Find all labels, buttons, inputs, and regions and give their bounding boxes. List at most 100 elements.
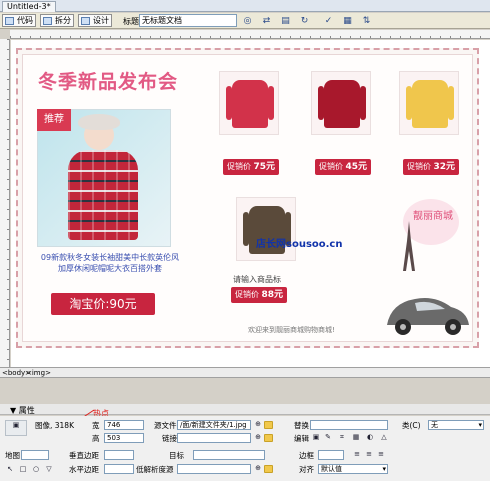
chevron-down-icon: ▾ [382, 465, 386, 473]
align-select[interactable]: 默认值 ▾ [318, 464, 388, 474]
target-select[interactable] [193, 450, 265, 460]
alt-label: 替换 [294, 421, 309, 430]
vspace-label: 垂直边距 [69, 451, 99, 460]
properties-panel: ▣ 图像, 318K 宽 746 高 503 源文件 /面/新建文件夹/1.jp… [0, 416, 490, 481]
refresh-icon[interactable]: ↻ [298, 15, 311, 27]
align-center-icon[interactable]: ≡ [364, 450, 374, 459]
shuffle-icon[interactable]: ⇄ [260, 15, 273, 27]
product-price-4: 促销价 88元 [231, 287, 287, 303]
code-icon [5, 17, 14, 25]
promo-badge: 推荐 [37, 109, 71, 131]
horizontal-ruler [10, 30, 490, 39]
image-thumbnail-icon: ▣ [5, 420, 27, 436]
rectangle-hotspot-tool-icon[interactable]: □ [18, 465, 28, 474]
jacket-1 [226, 80, 274, 128]
model-hat [78, 114, 120, 130]
browse-folder-icon[interactable] [264, 421, 273, 429]
class-label: 类(C) [402, 421, 421, 430]
map-label: 地图 [5, 451, 20, 460]
pointer-hotspot-tool-icon[interactable]: ↖ [5, 465, 15, 474]
height-label: 高 [92, 434, 100, 443]
properties-title: ▼ 属性 [10, 406, 35, 415]
map-name-field[interactable] [21, 450, 49, 460]
code-view-button[interactable]: 代码 [2, 14, 36, 27]
align-label: 对齐 [299, 465, 314, 474]
document-tab-bar: Untitled-3* [0, 0, 490, 12]
polygon-hotspot-tool-icon[interactable]: ▽ [44, 465, 54, 474]
design-icon [81, 17, 90, 25]
point-to-lowsrc-icon[interactable]: ⊕ [253, 464, 263, 473]
product-title-placeholder: 请输入商品标 [233, 275, 281, 284]
product-price-1: 促销价 75元 [223, 159, 279, 175]
split-icon [43, 17, 52, 25]
product-thumb-1 [219, 71, 279, 135]
lowsrc-field[interactable] [177, 464, 251, 474]
coat-shape [68, 150, 138, 240]
sharpen-icon[interactable]: △ [379, 433, 389, 442]
main-product-caption: 09新款秋冬女装长袖甜美中长款英伦风 加厚休闲呢帽呢大衣百搭外套 [35, 252, 185, 274]
vspace-field[interactable] [104, 450, 134, 460]
fireworks-edit-icon[interactable]: ▣ [311, 433, 321, 442]
main-caption-line-1: 09新款秋冬女装长袖甜美中长款英伦风 [40, 253, 180, 262]
src-label: 源文件 [154, 421, 177, 430]
globe-icon[interactable]: ◎ [241, 15, 254, 27]
align-left-icon[interactable]: ≡ [352, 450, 362, 459]
check-icon[interactable]: ✓ [322, 15, 335, 27]
edit-label: 编辑 [294, 434, 309, 443]
title-input[interactable]: 无标题文档 [139, 14, 237, 27]
product-price-2: 促销价 45元 [315, 159, 371, 175]
lowsrc-label: 低解析度源 [136, 465, 174, 474]
tag-selector: <body> <img> [0, 367, 490, 378]
product-thumb-4 [236, 197, 296, 261]
vintage-car-decoration [387, 298, 469, 335]
target-label: 目标 [169, 451, 184, 460]
document-toolbar: 代码 拆分 设计 标题: 无标题文档 ◎ ⇄ ▤ ↻ ✓ ▦ ⇅ [0, 13, 490, 29]
browse-link-folder-icon[interactable] [264, 434, 273, 442]
split-view-button[interactable]: 拆分 [40, 14, 74, 27]
border-field[interactable] [318, 450, 344, 460]
resample-icon[interactable]: ▦ [351, 433, 361, 442]
design-view[interactable]: 冬季新品发布会 推荐 09新款秋冬女装长袖甜美中长款英伦风 加厚休闲呢帽呢大衣百… [11, 40, 490, 367]
image-info: 图像, 318K [35, 421, 75, 430]
point-to-link-icon[interactable]: ⊕ [253, 433, 263, 442]
width-field[interactable]: 746 [104, 420, 144, 430]
align-right-icon[interactable]: ≡ [376, 450, 386, 459]
link-field[interactable] [177, 433, 251, 443]
settings-icon[interactable]: ▦ [341, 15, 354, 27]
view-options-icon[interactable]: ▤ [279, 15, 292, 27]
point-to-file-icon[interactable]: ⊕ [253, 420, 263, 429]
mall-logo-text: 靓丽商城 [413, 211, 453, 222]
hspace-label: 水平边距 [69, 465, 99, 474]
site-watermark: 店长网sousoo.cn [256, 239, 343, 250]
img-tag[interactable]: <img> [26, 369, 51, 377]
browse-lowsrc-folder-icon[interactable] [264, 465, 273, 473]
height-field[interactable]: 503 [104, 433, 144, 443]
design-view-button[interactable]: 设计 [78, 14, 112, 27]
circle-hotspot-tool-icon[interactable]: ○ [31, 465, 41, 474]
product-thumb-2 [311, 71, 371, 135]
class-select[interactable]: 无 ▾ [428, 420, 484, 430]
jacket-3 [406, 80, 454, 128]
footer-welcome-text: 欢迎来到靓丽商城购物商城! [248, 326, 335, 334]
brightness-icon[interactable]: ◐ [365, 433, 375, 442]
border-label: 边框 [299, 451, 314, 460]
main-price-tag: 淘宝价:90元 [51, 293, 155, 315]
crop-icon[interactable]: ⌗ [337, 433, 347, 442]
banner-title: 冬季新品发布会 [38, 71, 179, 93]
src-field[interactable]: /面/新建文件夹/1.jpg [177, 420, 251, 430]
width-label: 宽 [92, 421, 100, 430]
product-thumb-3 [399, 71, 459, 135]
chevron-down-icon: ▾ [478, 421, 482, 429]
promo-poster: 冬季新品发布会 推荐 09新款秋冬女装长袖甜美中长款英伦风 加厚休闲呢帽呢大衣百… [22, 54, 473, 342]
eiffel-tower-decoration [403, 221, 415, 271]
jacket-2 [318, 80, 366, 128]
main-caption-line-2: 加厚休闲呢帽呢大衣百搭外套 [58, 264, 162, 273]
file-management-icon[interactable]: ⇅ [360, 15, 373, 27]
link-label: 链接 [162, 434, 177, 443]
vertical-ruler [0, 39, 10, 367]
document-tab[interactable]: Untitled-3* [2, 1, 56, 12]
optimize-icon[interactable]: ✎ [323, 433, 333, 442]
alt-field[interactable] [310, 420, 388, 430]
hspace-field[interactable] [104, 464, 134, 474]
selected-image[interactable]: 冬季新品发布会 推荐 09新款秋冬女装长袖甜美中长款英伦风 加厚休闲呢帽呢大衣百… [16, 48, 479, 348]
